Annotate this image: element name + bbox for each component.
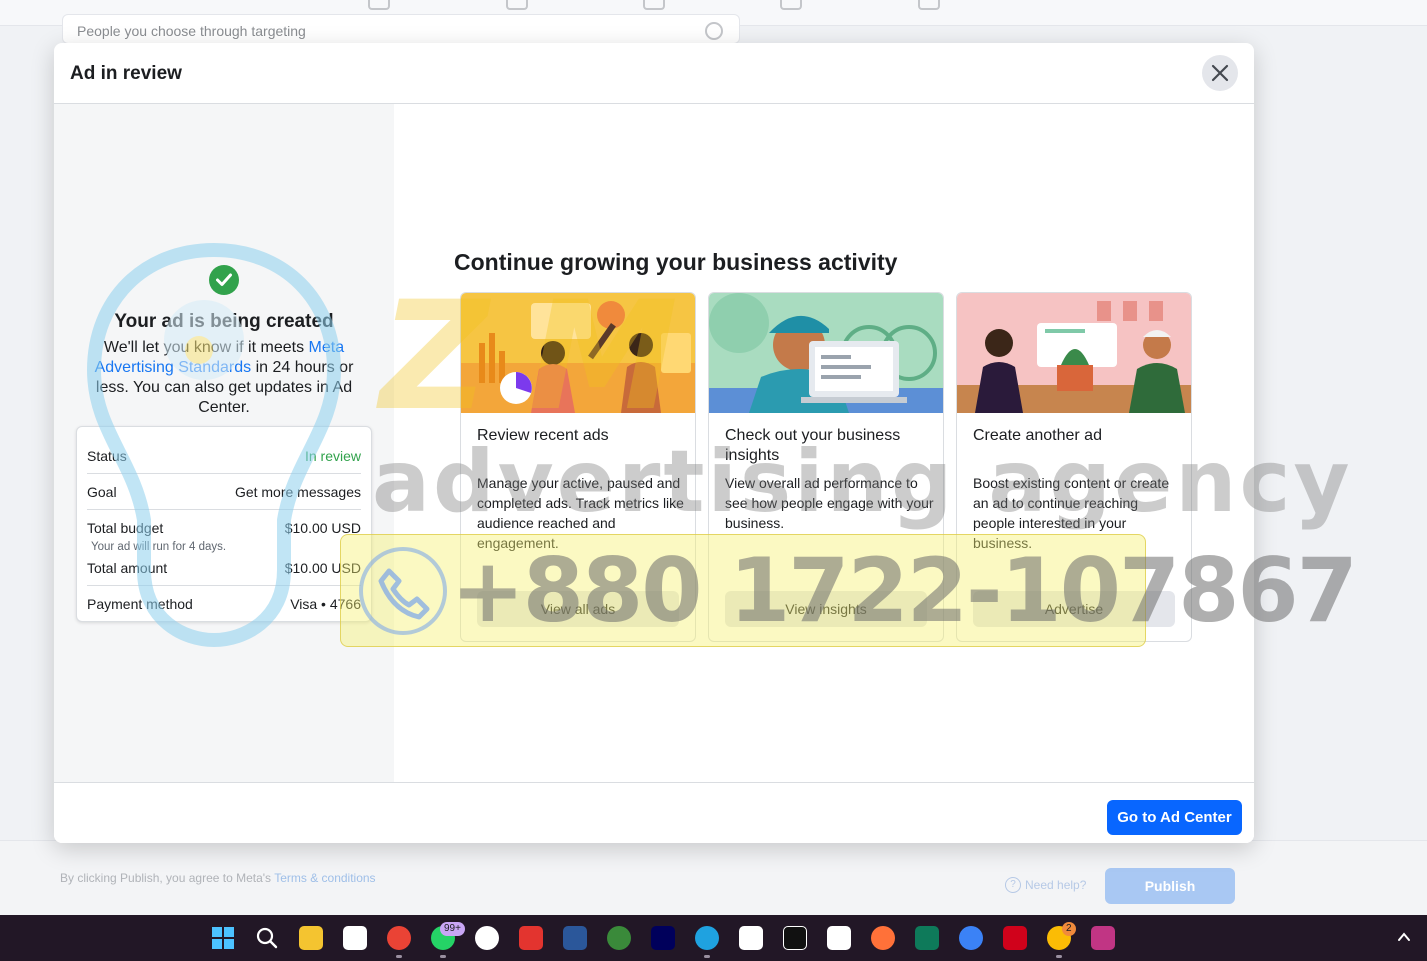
filmora-icon[interactable] (915, 926, 939, 950)
running-indicator (396, 955, 402, 958)
terms-text: By clicking Publish, you agree to Meta's… (60, 871, 376, 885)
dialog-title: Ad in review (70, 63, 182, 84)
budget-value: $10.00 USD (284, 520, 361, 536)
running-indicator (1056, 955, 1062, 958)
review-ads-card: Review recent ads Manage your active, pa… (460, 292, 696, 642)
amount-value: $10.00 USD (284, 560, 361, 576)
word-icon[interactable] (563, 926, 587, 950)
view-insights-button[interactable]: View insights (725, 591, 927, 627)
running-indicator (704, 955, 710, 958)
whatsapp-badge: 99+ (440, 922, 465, 936)
create-ad-card: Create another ad Boost existing content… (956, 292, 1192, 642)
sync-app-icon[interactable] (959, 926, 983, 950)
premiere-pro-icon[interactable] (651, 926, 675, 950)
nav-icon (368, 0, 390, 10)
divider (87, 509, 361, 510)
budget-duration-note: Your ad will run for 4 days. (91, 541, 227, 553)
divider (87, 585, 361, 586)
terms-prefix: By clicking Publish, you agree to Meta's (60, 871, 275, 885)
create-ad-illustration (957, 293, 1191, 413)
microsoft-store-icon[interactable] (739, 926, 763, 950)
targeting-radio[interactable] (705, 22, 723, 40)
need-help-label: Need help? (1025, 878, 1087, 892)
firefox-icon[interactable] (871, 926, 895, 950)
search-icon[interactable] (255, 926, 279, 950)
business-insights-desc: View overall ad performance to see how p… (725, 475, 934, 531)
payment-value: Visa • 4766 (290, 596, 361, 612)
dialog-footer: Go to Ad Center (54, 782, 1254, 843)
review-ads-title: Review recent ads (477, 427, 609, 444)
terms-link[interactable]: Terms & conditions (274, 871, 375, 885)
ad-summary-card: Status In review Goal Get more messages … (76, 426, 372, 622)
go-to-ad-center-button[interactable]: Go to Ad Center (1107, 800, 1242, 835)
review-ads-desc: Manage your active, paused and completed… (477, 475, 684, 551)
help-icon: ? (1005, 877, 1021, 893)
success-check-icon (209, 265, 239, 295)
ad-status-panel: Your ad is being created We'll let you k… (54, 104, 394, 782)
instagram-icon[interactable] (1091, 926, 1115, 950)
pixellab-icon[interactable] (783, 926, 807, 950)
business-insights-illustration (709, 293, 943, 413)
running-indicator (440, 955, 446, 958)
view-all-ads-button[interactable]: View all ads (477, 591, 679, 627)
ad-created-description: We'll let you know if it meets Meta Adve… (84, 338, 364, 418)
create-ad-title: Create another ad (973, 427, 1102, 444)
file-explorer-icon[interactable] (299, 926, 323, 950)
amount-label: Total amount (87, 560, 168, 576)
chrome-badge: 2 (1062, 922, 1076, 936)
calendar-icon (643, 0, 665, 10)
desc-before: We'll let you know if it meets (103, 339, 309, 356)
goal-value: Get more messages (234, 484, 361, 500)
edge-icon[interactable] (695, 926, 719, 950)
ad-in-review-dialog: Ad in review Your ad is being created We… (54, 43, 1254, 843)
ad-created-heading: Your ad is being created (114, 311, 334, 332)
windows-taskbar: 99+ 2 (0, 915, 1427, 961)
divider (87, 473, 361, 474)
app-store-icon[interactable] (475, 926, 499, 950)
status-label: Status (87, 448, 127, 464)
goal-label: Goal (87, 484, 117, 500)
close-button[interactable] (1202, 55, 1238, 91)
budget-label: Total budget (87, 520, 164, 536)
globe-app-icon[interactable] (607, 926, 631, 950)
acrobat-icon[interactable] (1003, 926, 1027, 950)
capcut-icon[interactable] (827, 926, 851, 950)
dialog-header: Ad in review (54, 43, 1254, 104)
flag-icon (506, 0, 528, 10)
chrome-profile-icon[interactable] (387, 926, 411, 950)
megaphone-icon (780, 0, 802, 10)
close-icon (1211, 64, 1229, 82)
advertise-button[interactable]: Advertise (973, 591, 1175, 627)
growth-section-title: Continue growing your business activity (454, 249, 898, 275)
create-ad-desc: Boost existing content or create an ad t… (973, 475, 1170, 551)
targeting-option-label: People you choose through targeting (77, 23, 306, 39)
monitor-icon (918, 0, 940, 10)
need-help-link[interactable]: ? Need help? (1005, 877, 1086, 893)
review-ads-illustration (461, 293, 695, 413)
windows-start-icon[interactable] (211, 926, 235, 950)
status-value: In review (304, 448, 361, 464)
chevron-up-icon[interactable] (1396, 929, 1412, 945)
business-insights-title: Check out your business insights (725, 427, 901, 464)
publish-button[interactable]: Publish (1105, 868, 1235, 904)
payment-label: Payment method (87, 596, 193, 612)
targeting-option[interactable]: People you choose through targeting (62, 14, 740, 44)
snipping-tool-icon[interactable] (343, 926, 367, 950)
vivaldi-icon[interactable] (519, 926, 543, 950)
business-insights-card: Check out your business insights View ov… (708, 292, 944, 642)
background-footer: By clicking Publish, you agree to Meta's… (0, 840, 1427, 915)
